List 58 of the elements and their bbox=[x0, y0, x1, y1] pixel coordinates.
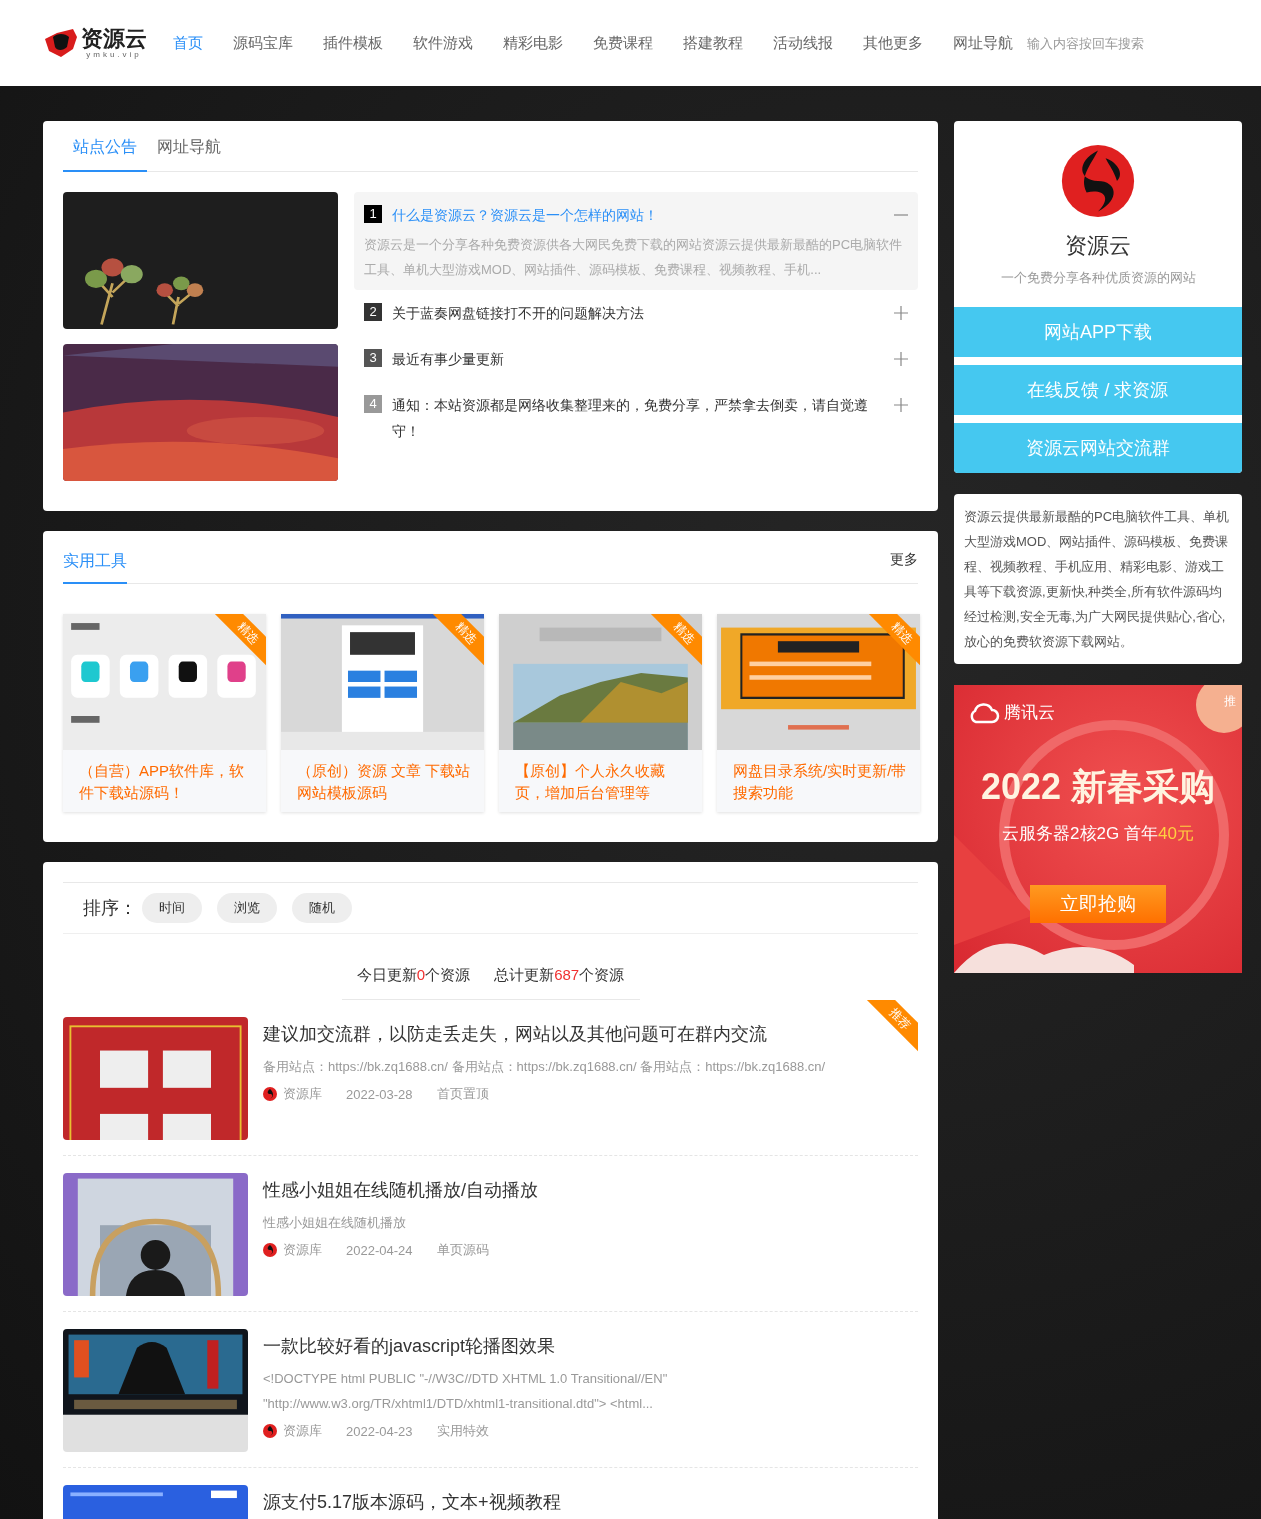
expand-icon[interactable] bbox=[894, 398, 908, 412]
stat-text: 总计更新687个资源 bbox=[494, 966, 625, 985]
notice-title[interactable]: 什么是资源云？资源云是一个怎样的网站！ bbox=[392, 202, 884, 228]
nav-link[interactable]: 精彩电影 bbox=[503, 33, 563, 53]
sort-button[interactable]: 浏览 bbox=[217, 893, 277, 923]
avatar-icon bbox=[263, 1424, 277, 1438]
notice-title[interactable]: 最近有事少量更新 bbox=[392, 346, 884, 372]
more-link[interactable]: 更多 bbox=[890, 551, 918, 583]
notice-title[interactable]: 关于蓝奏网盘链接打不开的问题解决方法 bbox=[392, 300, 884, 326]
ad-headline: 2022 新春采购 bbox=[980, 765, 1216, 809]
post-title[interactable]: 建议加交流群，以防走丢走失，网站以及其他问题可在群内交流 bbox=[263, 1022, 868, 1046]
logo-icon bbox=[43, 27, 79, 59]
sort-button[interactable]: 时间 bbox=[142, 893, 202, 923]
nav-link[interactable]: 免费课程 bbox=[593, 33, 653, 53]
nav-link[interactable]: 源码宝库 bbox=[233, 33, 293, 53]
expand-icon[interactable] bbox=[894, 306, 908, 320]
about-text: 资源云提供最新最酷的PC电脑软件工具、单机大型游戏MOD、网站插件、源码模板、免费课程、视频教程、手机应用、精彩电影、游戏工具等下载资源,更新快,种类全,所有软件源码均经过检测,安全无毒,为广大网民提供贴心,省心,放心的免费软资源下载网站。 bbox=[964, 508, 1231, 651]
nav-link[interactable]: 插件模板 bbox=[323, 33, 383, 53]
logo-icon bbox=[1060, 143, 1136, 219]
nav-link[interactable]: 软件游戏 bbox=[413, 33, 473, 53]
nav-link[interactable]: 网址导航 bbox=[953, 33, 1013, 53]
brand-name: 腾讯云 bbox=[1004, 702, 1055, 724]
stat-text: 今日更新0个资源 bbox=[356, 966, 471, 985]
post-date: 2022-04-24 bbox=[346, 1242, 413, 1258]
post-excerpt: <!DOCTYPE html PUBLIC "-//W3C//DTD XHTML 1.0 Transitional//EN" "http://www.w3.org/TR/xhtml1/DTD/xhtml1-transitional.dtd"> <html... bbox=[263, 1370, 669, 1413]
nav-link[interactable]: 搭建教程 bbox=[683, 33, 743, 53]
sort-button[interactable]: 随机 bbox=[292, 893, 352, 923]
number-badge: 3 bbox=[364, 349, 382, 367]
ad-tag: 推 bbox=[1224, 693, 1236, 710]
post-title[interactable]: 性感小姐姐在线随机播放/自动播放 bbox=[263, 1178, 918, 1202]
expand-icon[interactable] bbox=[894, 352, 908, 366]
nav-link[interactable]: 首页 bbox=[173, 33, 203, 53]
post-title[interactable]: 一款比较好看的javascript轮播图效果 bbox=[263, 1334, 918, 1358]
author-name: 资源库 bbox=[283, 1422, 322, 1440]
notice-title[interactable]: 通知：本站资源都是网络收集整理来的，免费分享，严禁拿去倒卖，请自觉遵守！ bbox=[392, 392, 884, 444]
sort-label: 排序： bbox=[83, 897, 137, 920]
tab[interactable]: 站点公告 bbox=[63, 137, 147, 172]
nav-link[interactable]: 其他更多 bbox=[863, 33, 923, 53]
number-badge: 4 bbox=[364, 395, 382, 413]
nav-link[interactable]: 活动线报 bbox=[773, 33, 833, 53]
post-date: 2022-03-28 bbox=[346, 1086, 413, 1102]
post-excerpt: 备用站点：https://bk.zq1688.cn/ 备用站点：https://bk.zq1688.cn/ 备用站点：https://bk.zq1688.cn/ bbox=[263, 1058, 827, 1076]
post-excerpt: 性感小姐姐在线随机播放 bbox=[263, 1214, 407, 1232]
author-name: 资源库 bbox=[283, 1085, 322, 1103]
post-date: 2022-04-23 bbox=[346, 1423, 413, 1439]
cloud-icon bbox=[968, 701, 1000, 724]
logo-text: 资源云 bbox=[81, 26, 147, 50]
site-name: 资源云 bbox=[1065, 232, 1131, 260]
number-badge: 1 bbox=[364, 205, 382, 223]
post-title[interactable]: 源支付5.17版本源码，文本+视频教程 bbox=[263, 1490, 918, 1514]
tab[interactable]: 网址导航 bbox=[147, 137, 231, 172]
avatar-icon bbox=[263, 1087, 277, 1101]
offer-text: 云服务器2核2G 首年40元 bbox=[1002, 823, 1194, 845]
avatar-icon bbox=[263, 1243, 277, 1257]
section-title: 实用工具 bbox=[63, 551, 127, 584]
author-name: 资源库 bbox=[283, 1241, 322, 1259]
logo-domain: ymku.vip bbox=[86, 50, 142, 60]
number-badge: 2 bbox=[364, 303, 382, 321]
